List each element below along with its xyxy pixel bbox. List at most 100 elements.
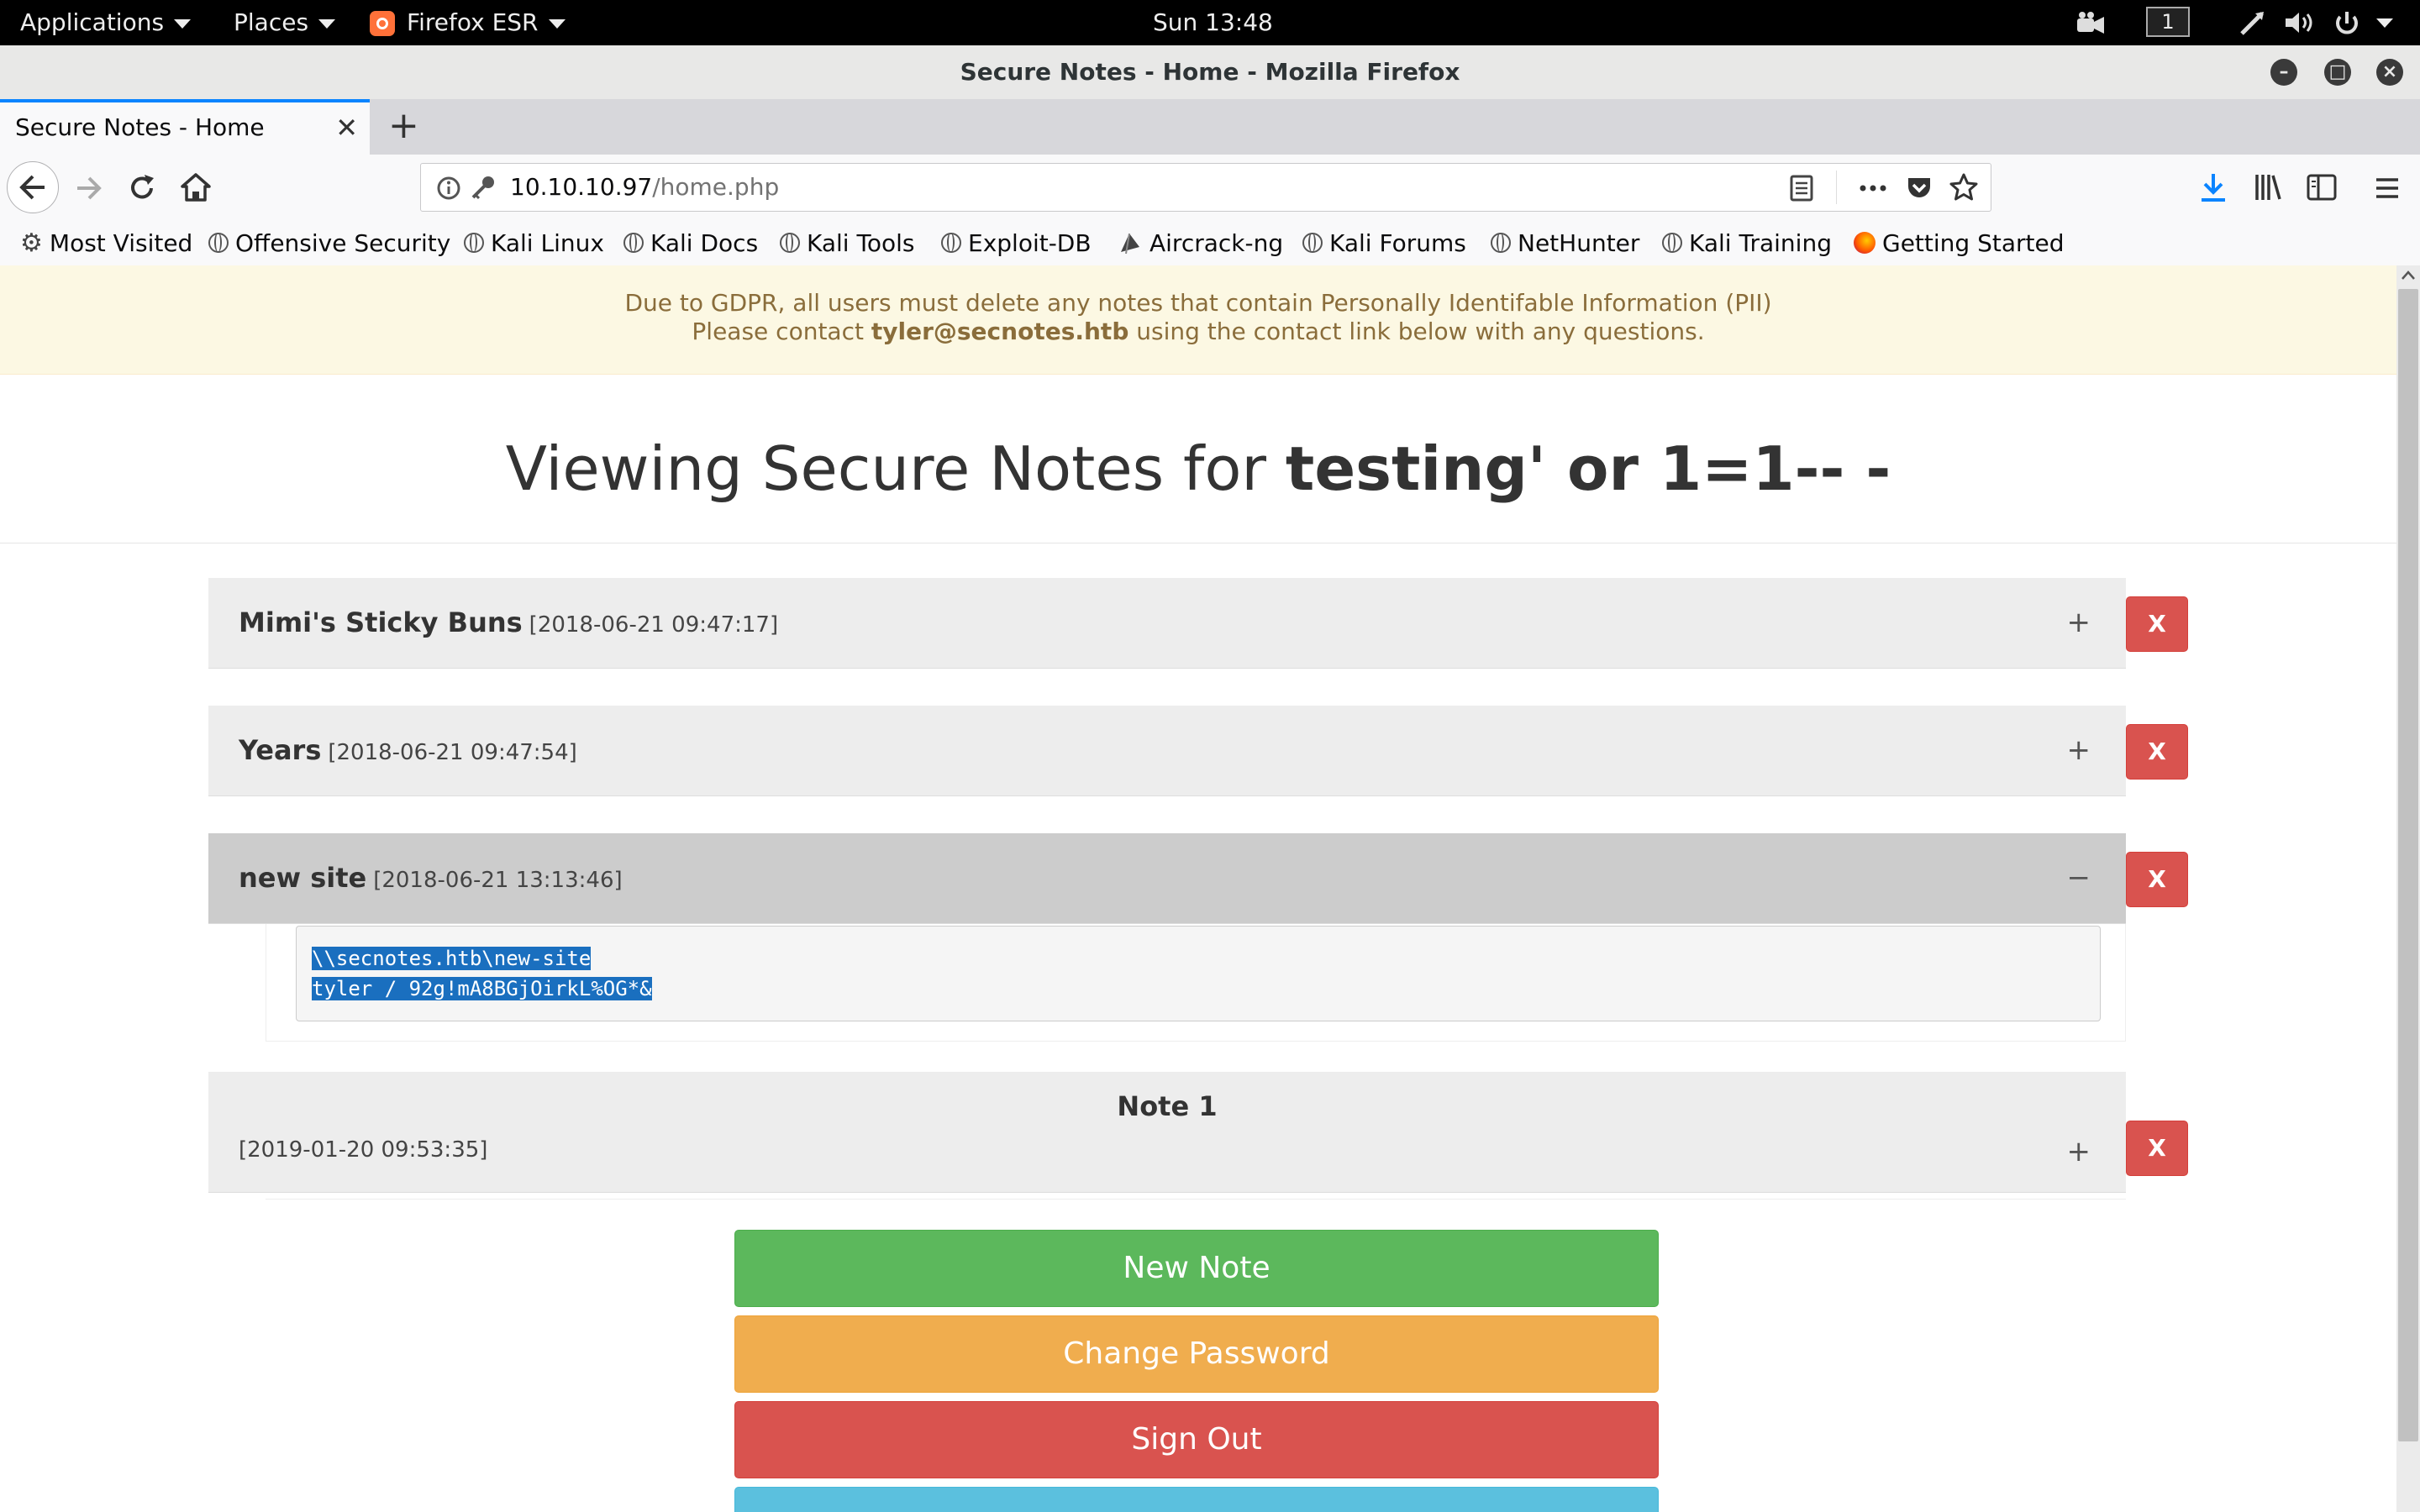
note-title: Years: [239, 734, 322, 766]
minimize-button[interactable]: –: [2270, 59, 2297, 86]
page-content: Due to GDPR, all users must delete any n…: [0, 265, 2396, 1512]
forward-arrow-icon[interactable]: [74, 175, 104, 202]
bookmark-kali-forums[interactable]: Kali Forums: [1302, 222, 1466, 265]
note-line: \\secnotes.htb\new-site: [312, 943, 2085, 974]
bookmark-label: Getting Started: [1882, 229, 2065, 257]
note-date: [2018-06-21 09:47:17]: [529, 612, 779, 638]
power-icon[interactable]: [2333, 10, 2361, 35]
bookmarks-toolbar: ⚙ Most Visited Offensive Security Kali Li…: [0, 222, 2420, 266]
firefox-logo-icon: [370, 11, 395, 36]
maximize-button[interactable]: □: [2324, 59, 2351, 86]
note-date: [2018-06-21 13:13:46]: [373, 868, 623, 893]
bookmark-label: Offensive Security: [235, 229, 451, 257]
bookmark-offensive-security[interactable]: Offensive Security: [208, 222, 450, 265]
home-icon[interactable]: [180, 171, 212, 203]
globe-icon: [1491, 233, 1511, 253]
bookmark-getting-started[interactable]: Getting Started: [1854, 222, 2064, 265]
bookmark-star-icon[interactable]: [1949, 172, 1979, 202]
expand-icon[interactable]: +: [2067, 1131, 2091, 1173]
note-date: [2019-01-20 09:53:35]: [239, 1137, 488, 1163]
library-icon[interactable]: [2252, 171, 2284, 203]
note-header[interactable]: Years [2018-06-21 09:47:54] +: [208, 706, 2126, 796]
sign-out-button[interactable]: Sign Out: [734, 1401, 1659, 1478]
places-menu[interactable]: Places: [234, 0, 336, 45]
bookmark-kali-tools[interactable]: Kali Tools: [780, 222, 914, 265]
alert-line-1: Due to GDPR, all users must delete any n…: [624, 289, 1772, 317]
sidebar-icon[interactable]: [2306, 173, 2338, 202]
url-bar[interactable]: 10.10.10.97/home.php: [420, 163, 1991, 212]
globe-icon: [780, 233, 800, 253]
close-tab-icon[interactable]: ✕: [335, 102, 358, 153]
downloads-icon[interactable]: [2198, 171, 2228, 203]
expand-icon[interactable]: +: [2067, 578, 2091, 667]
reload-icon[interactable]: [128, 173, 158, 203]
contact-email: tyler@secnotes.htb: [871, 318, 1129, 345]
tab-secure-notes[interactable]: Secure Notes - Home ✕: [0, 99, 370, 155]
change-password-button[interactable]: Change Password: [734, 1315, 1659, 1393]
clock[interactable]: Sun 13:48: [1153, 0, 1273, 45]
note-text-share-path: \\secnotes.htb\new-site: [312, 947, 592, 970]
firefox-app-menu[interactable]: Firefox ESR: [370, 0, 566, 45]
network-icon[interactable]: [2238, 10, 2267, 35]
collapse-icon[interactable]: −: [2067, 833, 2091, 922]
delete-note-button[interactable]: X: [2126, 1121, 2188, 1176]
gnome-top-bar: Applications Places Firefox ESR Sun 13:4…: [0, 0, 2420, 45]
reader-view-icon[interactable]: [1789, 174, 1814, 202]
volume-icon[interactable]: [2284, 10, 2317, 35]
globe-icon: [464, 233, 484, 253]
back-button[interactable]: [7, 161, 59, 213]
applications-label: Applications: [20, 8, 165, 36]
gear-icon: ⚙: [20, 228, 43, 258]
heading-prefix: Viewing Secure Notes for: [505, 433, 1286, 504]
applications-menu[interactable]: Applications: [20, 0, 192, 45]
key-icon[interactable]: [468, 174, 497, 202]
tab-strip: Secure Notes - Home ✕ +: [0, 99, 2420, 155]
hamburger-menu-icon[interactable]: [2373, 175, 2402, 202]
scroll-up-arrow-icon[interactable]: [2400, 269, 2417, 282]
bookmark-aircrack-ng[interactable]: Aircrack-ng: [1118, 222, 1283, 265]
note-content[interactable]: \\secnotes.htb\new-site tyler / 92g!mA8B…: [296, 926, 2101, 1021]
bookmark-exploit-db[interactable]: Exploit-DB: [941, 222, 1092, 265]
close-window-button[interactable]: ×: [2376, 59, 2403, 86]
bookmark-most-visited[interactable]: ⚙ Most Visited: [20, 222, 192, 265]
delete-note-button[interactable]: X: [2126, 852, 2188, 907]
new-note-button[interactable]: New Note: [734, 1230, 1659, 1307]
navigation-toolbar: 10.10.10.97/home.php: [0, 155, 2420, 222]
page-actions-icon[interactable]: [1856, 176, 1890, 201]
note-header[interactable]: Mimi's Sticky Buns [2018-06-21 09:47:17] …: [208, 578, 2126, 669]
bookmark-kali-training[interactable]: Kali Training: [1662, 222, 1832, 265]
alert-line-2: Please contact tyler@secnotes.htb using …: [0, 318, 2396, 346]
url-host: 10.10.10.97: [510, 173, 653, 201]
note-header-expanded[interactable]: new site [2018-06-21 13:13:46] −: [208, 833, 2126, 924]
globe-icon: [941, 233, 961, 253]
video-camera-icon[interactable]: [2075, 10, 2106, 35]
firefox-icon: [1854, 232, 1876, 254]
bookmark-label: Kali Linux: [491, 229, 604, 257]
bookmark-label: Exploit-DB: [968, 229, 1092, 257]
note-text-credentials: tyler / 92g!mA8BGjOirkL%OG*&: [312, 977, 652, 1000]
places-label: Places: [234, 8, 309, 36]
expand-icon[interactable]: +: [2067, 706, 2091, 795]
globe-icon: [623, 233, 644, 253]
urlbar-separator: [1836, 171, 1837, 204]
note-header[interactable]: Note 1 [2019-01-20 09:53:35] +: [208, 1072, 2126, 1193]
delete-note-button[interactable]: X: [2126, 596, 2188, 652]
workspace-indicator[interactable]: 1: [2146, 7, 2190, 37]
firefox-app-label: Firefox ESR: [407, 8, 539, 36]
delete-note-button[interactable]: X: [2126, 724, 2188, 780]
system-menu-caret-icon[interactable]: [2376, 18, 2393, 28]
bookmark-kali-docs[interactable]: Kali Docs: [623, 222, 758, 265]
scrollbar-thumb[interactable]: [2398, 289, 2418, 1441]
window-title: Secure Notes - Home - Mozilla Firefox: [960, 58, 1460, 86]
url-text[interactable]: 10.10.10.97/home.php: [510, 164, 779, 211]
bookmark-kali-linux[interactable]: Kali Linux: [464, 222, 604, 265]
alert-text: Please contact: [692, 318, 871, 345]
caret-down-icon: [318, 18, 336, 29]
info-icon[interactable]: [436, 176, 461, 201]
alert-text: using the contact link below with any qu…: [1128, 318, 1705, 345]
new-tab-button[interactable]: +: [388, 99, 419, 153]
note-title-row: Years [2018-06-21 09:47:54]: [239, 706, 577, 797]
bookmark-nethunter[interactable]: NetHunter: [1491, 222, 1639, 265]
pocket-icon[interactable]: [1905, 174, 1933, 202]
contact-button[interactable]: [734, 1487, 1659, 1512]
